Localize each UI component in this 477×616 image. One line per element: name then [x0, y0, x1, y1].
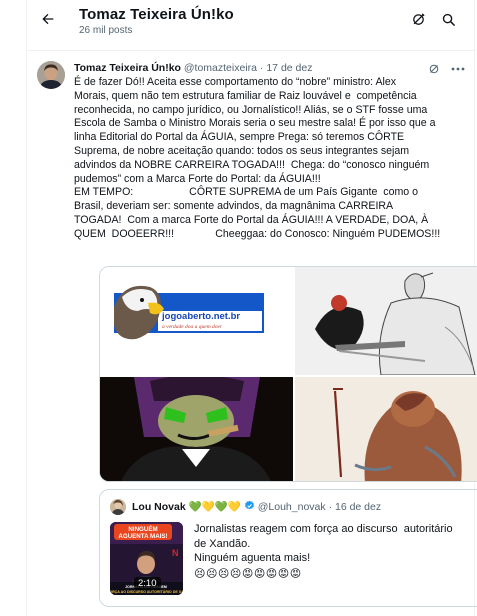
quote-author-avatar[interactable] [110, 499, 126, 515]
profile-header: Tomaz Teixeira Ún!ko 26 mil posts [27, 0, 476, 50]
quote-author-name[interactable]: Lou Novak [132, 501, 186, 513]
thumb-headline: NINGUÉM [128, 525, 157, 533]
author-avatar[interactable] [37, 61, 65, 89]
search-button[interactable] [437, 8, 459, 30]
avatar-photo [37, 61, 65, 89]
grok-icon [429, 64, 439, 74]
quote-meta-separator: · [328, 501, 333, 513]
caricature-justice-image [295, 267, 477, 375]
quote-name-emojis: 💚💛💚💛 [188, 501, 241, 513]
media-image-4[interactable] [295, 377, 477, 481]
thumb-logo: N [172, 548, 179, 558]
tweet-meta: Tomaz Teixeira Ún!ko @tomazteixeira · 17… [74, 62, 312, 74]
quote-meta: Lou Novak 💚💛💚💛 @Louh_novak · 16 de dez [132, 500, 381, 513]
verified-badge-icon [244, 500, 254, 510]
eagle-logo-image: jogoaberto.net.br a verdade doa a quem d… [100, 267, 293, 375]
back-button[interactable] [35, 6, 61, 32]
logo-text: jogoaberto.net.br [161, 311, 240, 322]
quote-text: Jornalistas reagem com força ao discurso… [194, 523, 453, 564]
back-arrow-icon [42, 13, 54, 25]
media-image-3[interactable] [100, 377, 293, 481]
quote-date[interactable]: 16 de dez [335, 501, 381, 513]
logo-slogan: a verdade doa a quem doer [162, 324, 223, 330]
header-divider [27, 50, 476, 51]
author-name[interactable]: Tomaz Teixeira Ún!ko [74, 62, 181, 74]
grok-icon [412, 12, 425, 25]
tweet-date[interactable]: 17 de dez [266, 62, 312, 74]
media-image-1[interactable]: jogoaberto.net.br a verdade doa a quem d… [100, 267, 293, 375]
video-duration: 2:10 [134, 577, 161, 590]
tweet-media-grid: jogoaberto.net.br a verdade doa a quem d… [99, 266, 477, 482]
header-title: Tomaz Teixeira Ún!ko [79, 6, 234, 23]
thumb-headline-2: AGUENTA MAIS! [118, 533, 167, 540]
quote-author-handle[interactable]: @Louh_novak [258, 501, 326, 513]
old-justice-image [295, 377, 477, 481]
quote-emojis: 😣😣😣😣😡😡😡😡😡 [194, 568, 302, 580]
quote-video-thumbnail[interactable]: NINGUÉM AGUENTA MAIS! N JORNALISTAS REAG… [110, 522, 183, 595]
author-handle[interactable]: @tomazteixeira [184, 62, 257, 74]
more-icon [451, 67, 465, 71]
grok-button[interactable] [407, 8, 429, 30]
tweet-text: É de fazer Dó!! Aceita esse comportament… [74, 76, 441, 240]
post-count: 26 mil posts [79, 25, 133, 36]
main-column: Tomaz Teixeira Ún!ko 26 mil posts Tomaz … [26, 0, 477, 616]
quoted-tweet[interactable]: Lou Novak 💚💛💚💛 @Louh_novak · 16 de dez N… [99, 489, 477, 607]
meta-separator: · [259, 62, 264, 74]
media-image-2[interactable] [295, 267, 477, 375]
villain-caricature-image [100, 377, 293, 481]
quote-avatar-photo [110, 499, 126, 515]
search-icon [442, 13, 455, 26]
